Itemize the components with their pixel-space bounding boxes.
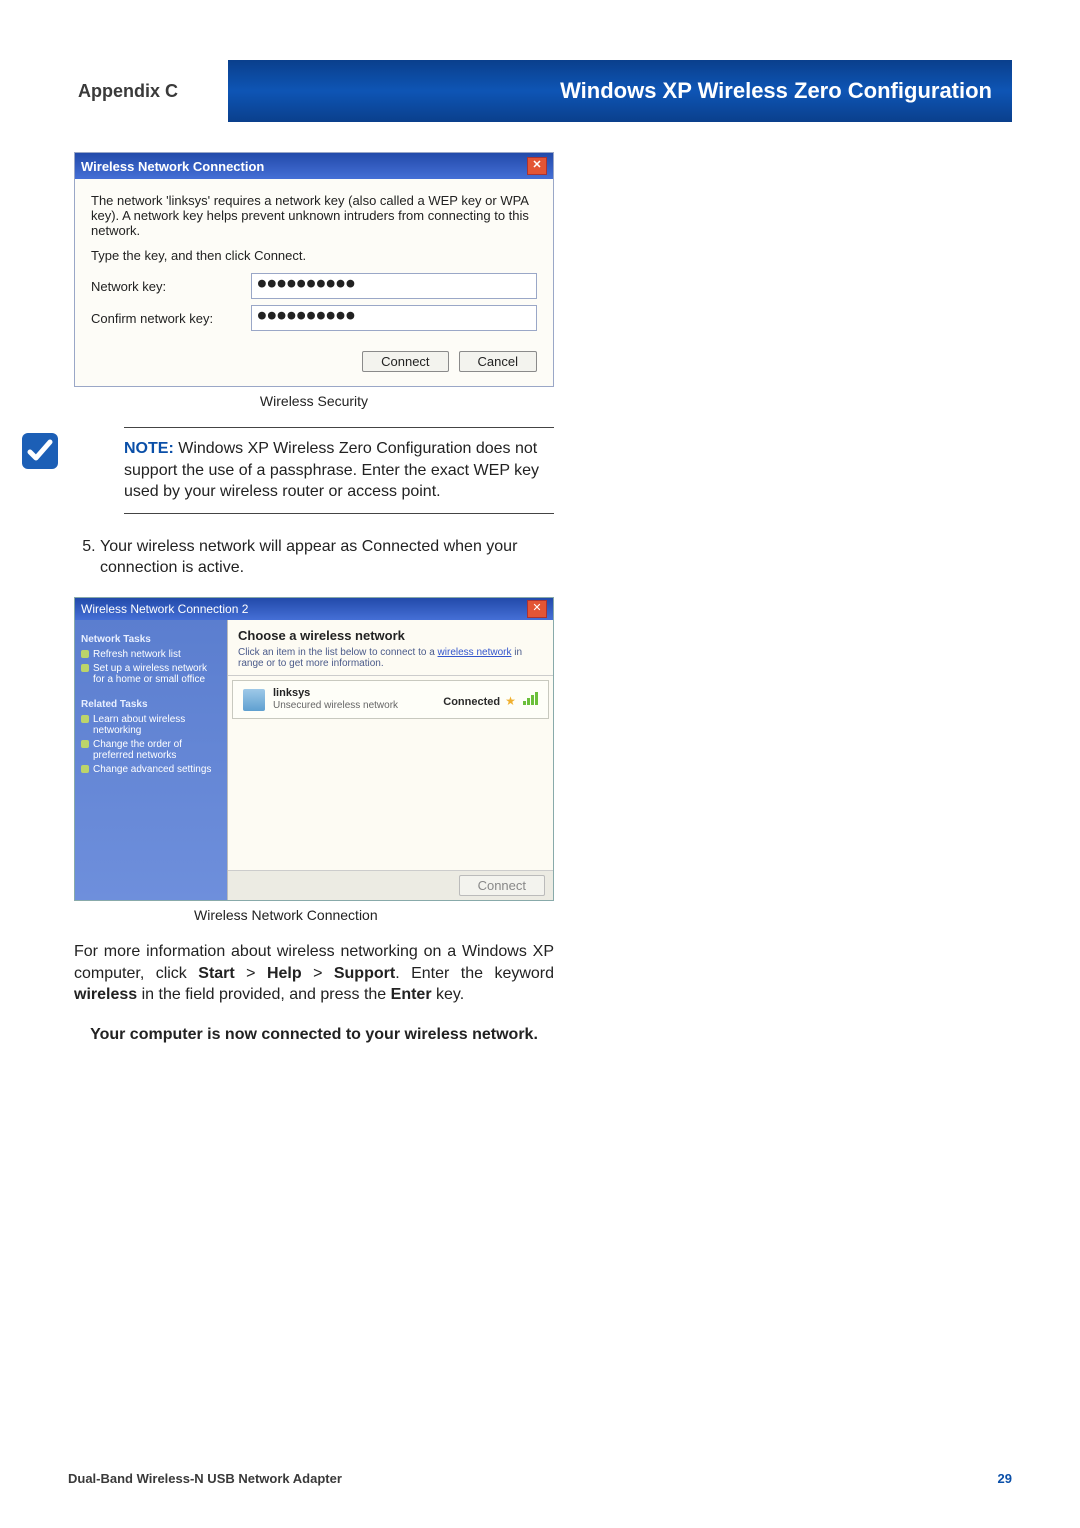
conn-footer: Connect (228, 870, 553, 900)
step-list: Your wireless network will appear as Con… (74, 536, 554, 579)
page-footer: Dual-Band Wireless-N USB Network Adapter… (68, 1471, 1012, 1486)
step-5: Your wireless network will appear as Con… (100, 536, 554, 579)
confirm-key-label: Confirm network key: (91, 311, 251, 326)
connect-button[interactable]: Connect (459, 875, 545, 896)
cancel-button[interactable]: Cancel (459, 351, 537, 372)
para-text: . Enter the keyword (395, 965, 554, 982)
network-icon (243, 689, 265, 711)
sidebar-item-setup[interactable]: Set up a wireless network for a home or … (81, 663, 221, 685)
dialog-description: The network 'linksys' requires a network… (91, 193, 537, 238)
para-bold: Help (267, 965, 302, 982)
para-text: > (302, 965, 334, 982)
page-number: 29 (998, 1471, 1012, 1486)
footer-product: Dual-Band Wireless-N USB Network Adapter (68, 1471, 342, 1486)
wireless-connection-dialog: Wireless Network Connection 2 ✕ Network … (74, 597, 554, 901)
network-key-label: Network key: (91, 279, 251, 294)
para-bold: wireless (74, 986, 137, 1003)
network-subtext: Unsecured wireless network (273, 700, 435, 712)
confirm-key-field[interactable]: ●●●●●●●●●● (251, 305, 537, 331)
sidebar-group-related-tasks: Related Tasks (81, 699, 221, 710)
sidebar-item-label: Change advanced settings (93, 764, 211, 775)
page-header: Appendix C Windows XP Wireless Zero Conf… (68, 60, 1012, 122)
network-name: linksys (273, 687, 435, 700)
conn-sidebar: Network Tasks Refresh network list Set u… (75, 620, 227, 900)
conn-title-text: Wireless Network Connection 2 (81, 602, 248, 616)
page-title: Windows XP Wireless Zero Configuration (228, 60, 1012, 122)
para-bold: Support (334, 965, 395, 982)
document-page: Appendix C Windows XP Wireless Zero Conf… (0, 0, 1080, 1528)
network-key-field[interactable]: ●●●●●●●●●● (251, 273, 537, 299)
network-list-item[interactable]: linksys Unsecured wireless network Conne… (232, 680, 549, 719)
close-icon[interactable]: ✕ (527, 600, 547, 618)
appendix-label: Appendix C (68, 60, 228, 122)
conn-titlebar: Wireless Network Connection 2 ✕ (75, 598, 553, 620)
choose-network-header: Choose a wireless network (228, 620, 553, 647)
hint-text: Click an item in the list below to conne… (238, 647, 438, 658)
info-paragraph: For more information about wireless netw… (74, 941, 554, 1006)
para-text: in the field provided, and press the (137, 986, 391, 1003)
para-text: key. (432, 986, 465, 1003)
close-icon[interactable]: ✕ (527, 157, 547, 175)
sidebar-item-advanced[interactable]: Change advanced settings (81, 764, 221, 775)
note-callout: NOTE: Windows XP Wireless Zero Configura… (74, 427, 554, 536)
para-text: > (235, 965, 267, 982)
sidebar-item-label: Refresh network list (93, 649, 181, 660)
note-text-box: NOTE: Windows XP Wireless Zero Configura… (124, 427, 554, 514)
sidebar-group-network-tasks: Network Tasks (81, 634, 221, 645)
content-column: Wireless Network Connection ✕ The networ… (74, 152, 554, 1045)
network-status: Connected ★ (443, 691, 538, 708)
choose-network-hint: Click an item in the list below to conne… (228, 647, 553, 676)
note-text: Windows XP Wireless Zero Configuration d… (124, 440, 539, 500)
connect-button[interactable]: Connect (362, 351, 448, 372)
wireless-security-dialog: Wireless Network Connection ✕ The networ… (74, 152, 554, 387)
sidebar-item-label: Change the order of preferred networks (93, 739, 221, 761)
star-icon: ★ (505, 694, 516, 708)
status-badge: Connected (443, 696, 500, 708)
sidebar-item-label: Learn about wireless networking (93, 714, 221, 736)
signal-icon (523, 691, 538, 705)
dialog-title: Wireless Network Connection (81, 159, 264, 174)
para-bold: Start (198, 965, 234, 982)
sidebar-item-order[interactable]: Change the order of preferred networks (81, 739, 221, 761)
security-caption: Wireless Security (74, 393, 554, 409)
sidebar-item-refresh[interactable]: Refresh network list (81, 649, 221, 660)
para-bold: Enter (391, 986, 432, 1003)
note-label: NOTE: (124, 440, 174, 457)
hint-link[interactable]: wireless network (438, 647, 512, 658)
dialog-instruction: Type the key, and then click Connect. (91, 248, 537, 263)
dialog-titlebar: Wireless Network Connection ✕ (75, 153, 553, 179)
conn-right-panel: Choose a wireless network Click an item … (227, 620, 553, 900)
sidebar-item-label: Set up a wireless network for a home or … (93, 663, 221, 685)
checkmark-icon (20, 431, 60, 471)
connection-caption: Wireless Network Connection (194, 907, 554, 923)
sidebar-item-learn[interactable]: Learn about wireless networking (81, 714, 221, 736)
finish-message: Your computer is now connected to your w… (74, 1024, 554, 1046)
dialog-body: The network 'linksys' requires a network… (75, 179, 553, 386)
